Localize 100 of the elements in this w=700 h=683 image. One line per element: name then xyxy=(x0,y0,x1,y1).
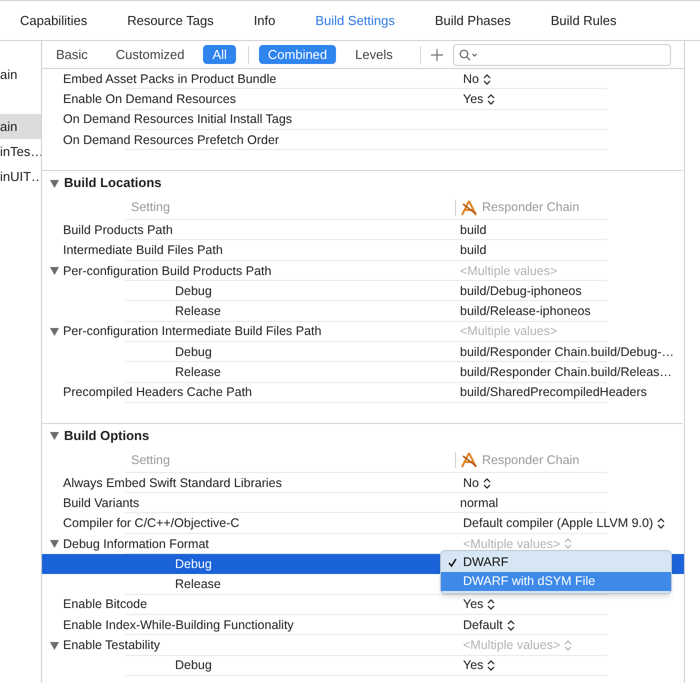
value-text: Yes xyxy=(463,657,484,674)
value-popup[interactable]: Default xyxy=(463,616,515,634)
sidebar-item[interactable]: ain xyxy=(0,62,41,87)
sidebar-item[interactable]: inUIT… xyxy=(0,164,41,189)
tab[interactable]: Build Settings xyxy=(315,10,395,30)
value-popup[interactable]: Yes xyxy=(463,90,496,109)
setting-label: Release xyxy=(175,577,221,592)
setting-value: build/SharedPrecompiledHeaders xyxy=(460,384,647,402)
setting-label: Debug Information Format xyxy=(63,536,209,551)
sidebar-item[interactable]: ain xyxy=(0,114,41,139)
setting-value: <Multiple values> xyxy=(460,262,558,280)
settings-row[interactable]: Build Variants normal xyxy=(42,493,684,514)
add-button[interactable] xyxy=(428,46,445,62)
plus-icon xyxy=(430,48,444,62)
settings-row[interactable]: Intermediate Build Files Path build xyxy=(42,240,684,261)
disclosure-triangle-icon[interactable] xyxy=(50,178,59,188)
settings-row[interactable]: Always Embed Swift Standard Libraries No xyxy=(42,472,684,494)
setting-value: build/Responder Chain.build/Debug-… xyxy=(460,344,674,361)
filter-button[interactable]: Basic xyxy=(47,45,97,64)
setting-label: Debug xyxy=(175,658,212,672)
search-icon xyxy=(458,48,479,60)
value-popup[interactable]: No xyxy=(463,474,491,492)
menu-item[interactable]: DWARF xyxy=(441,553,671,572)
setting-value: normal xyxy=(460,494,498,512)
tab[interactable]: Capabilities xyxy=(20,10,88,30)
setting-value: <Multiple values> xyxy=(460,323,558,340)
setting-label: Enable Testability xyxy=(63,638,160,652)
settings-row[interactable]: Precompiled Headers Cache Path build/SharedPrecompiledHeaders xyxy=(42,382,684,403)
setting-label: Compiler for C/C++/Objective-C xyxy=(63,516,240,530)
settings-row[interactable]: Embed Asset Packs in Product Bundle No xyxy=(42,69,684,90)
updown-chevron-icon xyxy=(482,74,491,85)
settings-row[interactable]: On Demand Resources Initial Install Tags xyxy=(42,110,684,130)
column-header: Setting xyxy=(131,452,171,469)
settings-row[interactable]: Debug build/Debug-iphoneos xyxy=(42,281,684,302)
setting-label: Build Variants xyxy=(63,496,140,510)
disclosure-triangle-icon[interactable] xyxy=(50,431,59,440)
setting-label: On Demand Resources Initial Install Tags xyxy=(63,112,292,126)
app-icon xyxy=(460,452,478,468)
value-text: <Multiple values> xyxy=(463,637,560,654)
value-popup[interactable]: Yes xyxy=(463,595,496,614)
menu-item-label: DWARF xyxy=(463,554,508,572)
filter-button[interactable]: Combined xyxy=(258,45,336,64)
disclosure-triangle-icon[interactable] xyxy=(50,640,59,650)
setting-label: Per-configuration Intermediate Build Files Path xyxy=(63,324,322,338)
setting-label: Precompiled Headers Cache Path xyxy=(63,385,252,400)
setting-label: Debug xyxy=(175,344,212,359)
setting-label: Enable On Demand Resources xyxy=(63,92,236,106)
value-popup[interactable]: No xyxy=(463,70,491,89)
tab[interactable]: Resource Tags xyxy=(127,10,214,30)
updown-chevron-icon xyxy=(564,640,572,651)
value-text: Yes xyxy=(463,91,484,108)
setting-value: build/Debug-iphoneos xyxy=(460,282,582,300)
setting-label: Embed Asset Packs in Product Bundle xyxy=(63,72,276,86)
setting-label: Intermediate Build Files Path xyxy=(63,243,223,258)
settings-row[interactable]: Enable Index-While-Building Functionality Default xyxy=(42,614,684,636)
menu-item-label: DWARF with dSYM File xyxy=(463,573,596,590)
setting-label: Build Products Path xyxy=(63,222,173,237)
setting-value: build/Responder Chain.build/Releas… xyxy=(460,364,672,382)
value-text: Default xyxy=(463,616,503,634)
disclosure-triangle-icon[interactable] xyxy=(50,539,59,548)
filter-button[interactable]: Customized xyxy=(106,45,194,64)
settings-row[interactable]: Compiler for C/C++/Objective-C Default compiler (Apple LLVM 9.0) xyxy=(42,513,684,534)
value-text: Yes xyxy=(463,596,484,614)
setting-label: On Demand Resources Prefetch Order xyxy=(63,132,280,147)
filter-button[interactable]: All xyxy=(203,45,236,64)
tab[interactable]: Build Rules xyxy=(550,10,617,30)
setting-label: Enable Bitcode xyxy=(63,597,148,612)
tab[interactable]: Info xyxy=(254,10,276,30)
disclosure-triangle-icon[interactable] xyxy=(50,327,59,336)
settings-row[interactable]: Release build/Release-iphoneos xyxy=(42,301,684,322)
column-header: Responder Chain xyxy=(482,199,580,216)
settings-row[interactable]: Enable Testability <Multiple values> xyxy=(42,635,684,656)
settings-row[interactable]: Release build/Responder Chain.build/Releas… xyxy=(42,362,684,383)
filter-button[interactable]: Levels xyxy=(346,45,402,64)
column-header: Responder Chain xyxy=(482,452,580,469)
app-icon xyxy=(460,200,478,216)
setting-label: Always Embed Swift Standard Libraries xyxy=(63,476,282,490)
settings-row[interactable]: Per-configuration Build Products Path <Multiple values> xyxy=(42,260,684,282)
settings-row[interactable]: Debug Yes xyxy=(42,656,684,676)
updown-chevron-icon xyxy=(657,518,666,530)
tab[interactable]: Build Phases xyxy=(434,10,511,30)
updown-chevron-icon xyxy=(487,599,496,610)
search-field[interactable] xyxy=(452,44,671,66)
settings-row[interactable]: Build Products Path build xyxy=(42,220,684,240)
settings-row[interactable]: On Demand Resources Prefetch Order xyxy=(42,130,684,150)
section-title: Build Locations xyxy=(64,174,162,192)
value-popup[interactable]: Yes xyxy=(463,656,496,676)
settings-row[interactable]: Per-configuration Intermediate Build Files Path <Multiple values> xyxy=(42,322,684,342)
disclosure-triangle-icon[interactable] xyxy=(50,266,59,276)
setting-label: Debug xyxy=(175,284,212,298)
settings-row[interactable]: Enable Bitcode Yes xyxy=(42,594,684,615)
settings-row[interactable]: Enable On Demand Resources Yes xyxy=(42,89,684,110)
value-text: No xyxy=(463,70,479,88)
updown-chevron-icon xyxy=(487,660,496,672)
settings-row[interactable]: Debug build/Responder Chain.build/Debug-… xyxy=(42,342,684,362)
setting-value: build xyxy=(460,242,486,260)
value-text: <Multiple values> xyxy=(463,536,560,553)
updown-chevron-icon xyxy=(564,538,572,550)
setting-label: Release xyxy=(175,304,221,318)
updown-chevron-icon xyxy=(482,478,491,488)
